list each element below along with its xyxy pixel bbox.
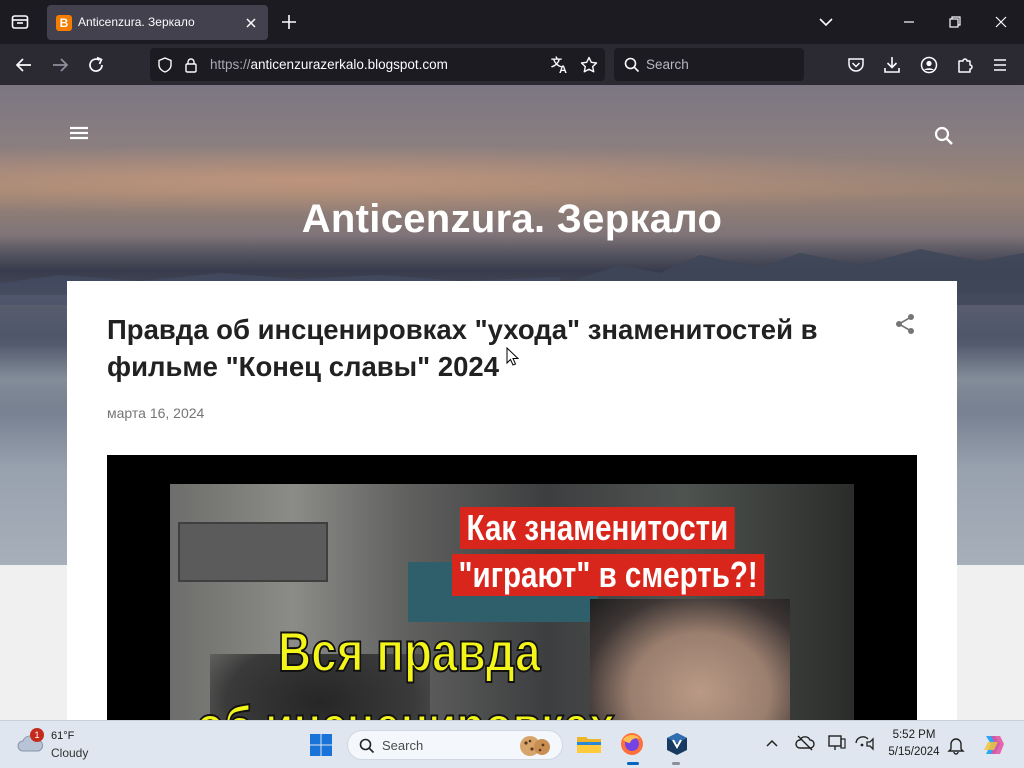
weather-notification-badge: 1 <box>30 728 44 742</box>
restore-window-icon[interactable] <box>946 13 964 31</box>
taskbar: 1 61°F Cloudy Search 5:52 PM 5/15/2024 <box>0 720 1024 768</box>
display-device-icon[interactable] <box>827 734 847 752</box>
taskbar-search-placeholder: Search <box>382 738 424 753</box>
extensions-puzzle-icon[interactable] <box>955 55 975 75</box>
image-caption-yellow-2: об инсценировках <box>195 695 615 721</box>
mouse-cursor-icon <box>506 347 520 367</box>
weather-temperature[interactable]: 61°F <box>51 730 74 742</box>
address-bar[interactable]: https://anticenzurazerkalo.blogspot.com … <box>150 48 605 81</box>
lock-icon[interactable] <box>182 56 200 74</box>
cookies-highlight-icon <box>518 734 552 758</box>
browser-search-input[interactable]: Search <box>614 48 804 81</box>
post-date[interactable]: марта 16, 2024 <box>107 405 204 421</box>
blog-menu-icon[interactable] <box>68 123 90 143</box>
translate-icon[interactable]: 文A <box>550 55 570 75</box>
web-page: Anticenzura. Зеркало Правда об инсцениро… <box>0 85 1024 720</box>
url-text[interactable]: https://anticenzurazerkalo.blogspot.com <box>210 57 448 72</box>
file-explorer-icon[interactable] <box>576 732 602 756</box>
browser-search-placeholder: Search <box>646 57 689 72</box>
blog-title[interactable]: Anticenzura. Зеркало <box>0 197 1024 242</box>
virtualbox-icon[interactable] <box>664 731 690 757</box>
hamburger-menu-icon[interactable] <box>991 55 1009 75</box>
blog-search-icon[interactable] <box>933 125 955 147</box>
back-arrow-icon[interactable] <box>14 55 34 75</box>
clock-time[interactable]: 5:52 PM <box>886 729 942 741</box>
weather-description[interactable]: Cloudy <box>51 746 88 760</box>
tab-title: Anticenzura. Зеркало <box>78 15 195 29</box>
network-volume-icon[interactable] <box>854 734 876 752</box>
image-caption-red-2: "играют" в смерть?! <box>452 554 765 596</box>
portrait-photo <box>590 599 790 720</box>
post-thumbnail: Как знаменитости "играют" в смерть?! Вся… <box>170 484 854 720</box>
taskbar-search-input[interactable]: Search <box>347 730 563 760</box>
firefox-active-indicator <box>627 762 639 765</box>
close-window-icon[interactable] <box>992 13 1010 31</box>
share-icon[interactable] <box>893 312 917 336</box>
tab-active[interactable]: B Anticenzura. Зеркало <box>47 5 268 40</box>
close-tab-icon[interactable] <box>242 14 260 32</box>
svg-text:A: A <box>559 64 567 75</box>
show-hidden-icons-chevron-icon[interactable] <box>764 735 780 751</box>
image-caption-yellow-1: Вся правда <box>277 620 541 683</box>
copilot-icon[interactable] <box>980 732 1006 758</box>
search-icon <box>623 56 641 74</box>
pocket-icon[interactable] <box>846 55 866 75</box>
post-image[interactable]: Как знаменитости "играют" в смерть?! Вся… <box>107 455 917 720</box>
minimize-window-icon[interactable] <box>900 13 918 31</box>
reload-icon[interactable] <box>86 55 106 75</box>
firefox-icon[interactable] <box>619 731 645 757</box>
taskbar-search-icon <box>358 737 376 755</box>
forward-arrow-icon[interactable] <box>50 55 70 75</box>
blogger-favicon-icon: B <box>56 15 72 31</box>
account-icon[interactable] <box>919 55 939 75</box>
bookmark-star-icon[interactable] <box>579 55 599 75</box>
onedrive-offline-icon[interactable] <box>795 734 815 752</box>
windows-start-icon[interactable] <box>309 733 333 757</box>
chevron-down-icon[interactable] <box>817 13 835 31</box>
building-sign <box>178 522 328 582</box>
clock-date[interactable]: 5/15/2024 <box>886 746 942 758</box>
notification-bell-icon[interactable] <box>947 735 965 755</box>
new-tab-icon[interactable] <box>280 13 298 31</box>
post-title[interactable]: Правда об инсценировках "ухода" знаменит… <box>107 311 867 385</box>
virtualbox-running-indicator <box>672 762 680 765</box>
list-all-tabs-icon[interactable] <box>10 12 30 32</box>
tab-bar: B Anticenzura. Зеркало <box>0 0 1024 44</box>
image-caption-red-1: Как знаменитости <box>460 507 735 549</box>
downloads-icon[interactable] <box>882 55 902 75</box>
tracking-protection-shield-icon[interactable] <box>156 56 174 74</box>
navigation-toolbar: https://anticenzurazerkalo.blogspot.com … <box>0 44 1024 85</box>
